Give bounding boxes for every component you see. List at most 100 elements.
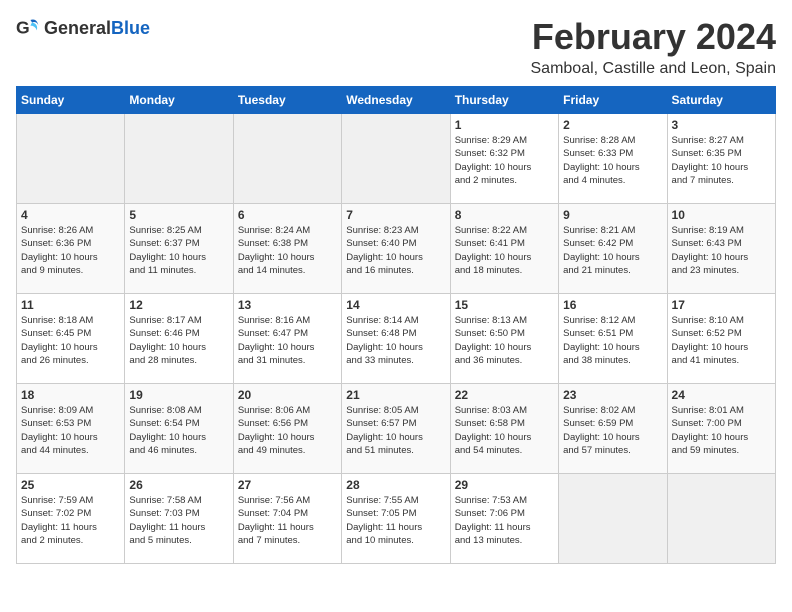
- day-number: 12: [129, 298, 228, 312]
- day-info: Sunrise: 8:03 AM Sunset: 6:58 PM Dayligh…: [455, 404, 554, 457]
- calendar-cell: 18 Sunrise: 8:09 AM Sunset: 6:53 PM Dayli…: [17, 384, 125, 474]
- day-info: Sunrise: 8:14 AM Sunset: 6:48 PM Dayligh…: [346, 314, 445, 367]
- day-info: Sunrise: 8:27 AM Sunset: 6:35 PM Dayligh…: [672, 134, 771, 187]
- calendar-body: 1 Sunrise: 8:29 AM Sunset: 6:32 PM Daylig…: [17, 114, 776, 564]
- day-number: 6: [238, 208, 337, 222]
- day-info: Sunrise: 8:25 AM Sunset: 6:37 PM Dayligh…: [129, 224, 228, 277]
- calendar-cell: 12 Sunrise: 8:17 AM Sunset: 6:46 PM Dayli…: [125, 294, 233, 384]
- calendar-cell: 5 Sunrise: 8:25 AM Sunset: 6:37 PM Daylig…: [125, 204, 233, 294]
- day-number: 29: [455, 478, 554, 492]
- title-area: February 2024 Samboal, Castille and Leon…: [531, 16, 777, 78]
- day-number: 17: [672, 298, 771, 312]
- col-friday: Friday: [559, 87, 667, 114]
- day-number: 13: [238, 298, 337, 312]
- day-info: Sunrise: 8:06 AM Sunset: 6:56 PM Dayligh…: [238, 404, 337, 457]
- logo-general: General: [44, 18, 111, 38]
- day-number: 18: [21, 388, 120, 402]
- day-number: 21: [346, 388, 445, 402]
- col-tuesday: Tuesday: [233, 87, 341, 114]
- calendar-cell: [233, 114, 341, 204]
- calendar-cell: 11 Sunrise: 8:18 AM Sunset: 6:45 PM Dayli…: [17, 294, 125, 384]
- calendar-cell: 14 Sunrise: 8:14 AM Sunset: 6:48 PM Dayli…: [342, 294, 450, 384]
- calendar-cell: [342, 114, 450, 204]
- calendar-week-5: 25 Sunrise: 7:59 AM Sunset: 7:02 PM Dayli…: [17, 474, 776, 564]
- calendar-cell: 9 Sunrise: 8:21 AM Sunset: 6:42 PM Daylig…: [559, 204, 667, 294]
- day-info: Sunrise: 8:16 AM Sunset: 6:47 PM Dayligh…: [238, 314, 337, 367]
- day-number: 5: [129, 208, 228, 222]
- day-number: 9: [563, 208, 662, 222]
- day-number: 23: [563, 388, 662, 402]
- day-info: Sunrise: 8:13 AM Sunset: 6:50 PM Dayligh…: [455, 314, 554, 367]
- calendar-cell: 1 Sunrise: 8:29 AM Sunset: 6:32 PM Daylig…: [450, 114, 558, 204]
- calendar-cell: 8 Sunrise: 8:22 AM Sunset: 6:41 PM Daylig…: [450, 204, 558, 294]
- calendar-week-4: 18 Sunrise: 8:09 AM Sunset: 6:53 PM Dayli…: [17, 384, 776, 474]
- day-number: 10: [672, 208, 771, 222]
- col-monday: Monday: [125, 87, 233, 114]
- day-number: 25: [21, 478, 120, 492]
- calendar-cell: 24 Sunrise: 8:01 AM Sunset: 7:00 PM Dayli…: [667, 384, 775, 474]
- logo-blue: Blue: [111, 18, 150, 38]
- day-info: Sunrise: 7:53 AM Sunset: 7:06 PM Dayligh…: [455, 494, 554, 547]
- calendar-cell: 17 Sunrise: 8:10 AM Sunset: 6:52 PM Dayli…: [667, 294, 775, 384]
- day-number: 15: [455, 298, 554, 312]
- calendar-cell: 19 Sunrise: 8:08 AM Sunset: 6:54 PM Dayli…: [125, 384, 233, 474]
- day-number: 14: [346, 298, 445, 312]
- day-info: Sunrise: 8:22 AM Sunset: 6:41 PM Dayligh…: [455, 224, 554, 277]
- day-number: 3: [672, 118, 771, 132]
- day-number: 22: [455, 388, 554, 402]
- calendar-week-3: 11 Sunrise: 8:18 AM Sunset: 6:45 PM Dayli…: [17, 294, 776, 384]
- day-info: Sunrise: 7:56 AM Sunset: 7:04 PM Dayligh…: [238, 494, 337, 547]
- day-info: Sunrise: 8:09 AM Sunset: 6:53 PM Dayligh…: [21, 404, 120, 457]
- calendar-cell: 15 Sunrise: 8:13 AM Sunset: 6:50 PM Dayli…: [450, 294, 558, 384]
- day-info: Sunrise: 8:10 AM Sunset: 6:52 PM Dayligh…: [672, 314, 771, 367]
- day-number: 24: [672, 388, 771, 402]
- day-number: 1: [455, 118, 554, 132]
- calendar-cell: 6Sunrise: 8:24 AM Sunset: 6:38 PM Daylig…: [233, 204, 341, 294]
- calendar-cell: [667, 474, 775, 564]
- col-wednesday: Wednesday: [342, 87, 450, 114]
- day-info: Sunrise: 8:01 AM Sunset: 7:00 PM Dayligh…: [672, 404, 771, 457]
- calendar-cell: 26 Sunrise: 7:58 AM Sunset: 7:03 PM Dayli…: [125, 474, 233, 564]
- day-number: 16: [563, 298, 662, 312]
- calendar-cell: [125, 114, 233, 204]
- col-sunday: Sunday: [17, 87, 125, 114]
- calendar-cell: 10Sunrise: 8:19 AM Sunset: 6:43 PM Dayli…: [667, 204, 775, 294]
- day-number: 7: [346, 208, 445, 222]
- day-info: Sunrise: 7:59 AM Sunset: 7:02 PM Dayligh…: [21, 494, 120, 547]
- svg-text:G: G: [16, 18, 30, 38]
- day-info: Sunrise: 8:02 AM Sunset: 6:59 PM Dayligh…: [563, 404, 662, 457]
- calendar-cell: 2Sunrise: 8:28 AM Sunset: 6:33 PM Daylig…: [559, 114, 667, 204]
- day-number: 20: [238, 388, 337, 402]
- day-number: 8: [455, 208, 554, 222]
- day-info: Sunrise: 8:17 AM Sunset: 6:46 PM Dayligh…: [129, 314, 228, 367]
- calendar-cell: 21 Sunrise: 8:05 AM Sunset: 6:57 PM Dayli…: [342, 384, 450, 474]
- day-info: Sunrise: 8:18 AM Sunset: 6:45 PM Dayligh…: [21, 314, 120, 367]
- calendar-cell: 25 Sunrise: 7:59 AM Sunset: 7:02 PM Dayli…: [17, 474, 125, 564]
- calendar-cell: 23 Sunrise: 8:02 AM Sunset: 6:59 PM Dayli…: [559, 384, 667, 474]
- day-number: 28: [346, 478, 445, 492]
- calendar-cell: 20 Sunrise: 8:06 AM Sunset: 6:56 PM Dayli…: [233, 384, 341, 474]
- day-number: 11: [21, 298, 120, 312]
- day-info: Sunrise: 8:05 AM Sunset: 6:57 PM Dayligh…: [346, 404, 445, 457]
- day-number: 2: [563, 118, 662, 132]
- calendar-cell: 16Sunrise: 8:12 AM Sunset: 6:51 PM Dayli…: [559, 294, 667, 384]
- day-number: 26: [129, 478, 228, 492]
- day-info: Sunrise: 8:26 AM Sunset: 6:36 PM Dayligh…: [21, 224, 120, 277]
- header-row: Sunday Monday Tuesday Wednesday Thursday…: [17, 87, 776, 114]
- calendar-header: Sunday Monday Tuesday Wednesday Thursday…: [17, 87, 776, 114]
- calendar-table: Sunday Monday Tuesday Wednesday Thursday…: [16, 86, 776, 564]
- sub-title: Samboal, Castille and Leon, Spain: [531, 60, 777, 78]
- col-saturday: Saturday: [667, 87, 775, 114]
- calendar-cell: 7Sunrise: 8:23 AM Sunset: 6:40 PM Daylig…: [342, 204, 450, 294]
- calendar-cell: 28Sunrise: 7:55 AM Sunset: 7:05 PM Dayli…: [342, 474, 450, 564]
- logo: G GeneralBlue: [16, 16, 150, 40]
- day-info: Sunrise: 8:29 AM Sunset: 6:32 PM Dayligh…: [455, 134, 554, 187]
- day-info: Sunrise: 8:08 AM Sunset: 6:54 PM Dayligh…: [129, 404, 228, 457]
- calendar-week-1: 1 Sunrise: 8:29 AM Sunset: 6:32 PM Daylig…: [17, 114, 776, 204]
- main-title: February 2024: [531, 16, 777, 58]
- day-info: Sunrise: 7:58 AM Sunset: 7:03 PM Dayligh…: [129, 494, 228, 547]
- day-number: 19: [129, 388, 228, 402]
- logo-text: GeneralBlue: [44, 18, 150, 39]
- calendar-cell: 3 Sunrise: 8:27 AM Sunset: 6:35 PM Daylig…: [667, 114, 775, 204]
- day-info: Sunrise: 8:21 AM Sunset: 6:42 PM Dayligh…: [563, 224, 662, 277]
